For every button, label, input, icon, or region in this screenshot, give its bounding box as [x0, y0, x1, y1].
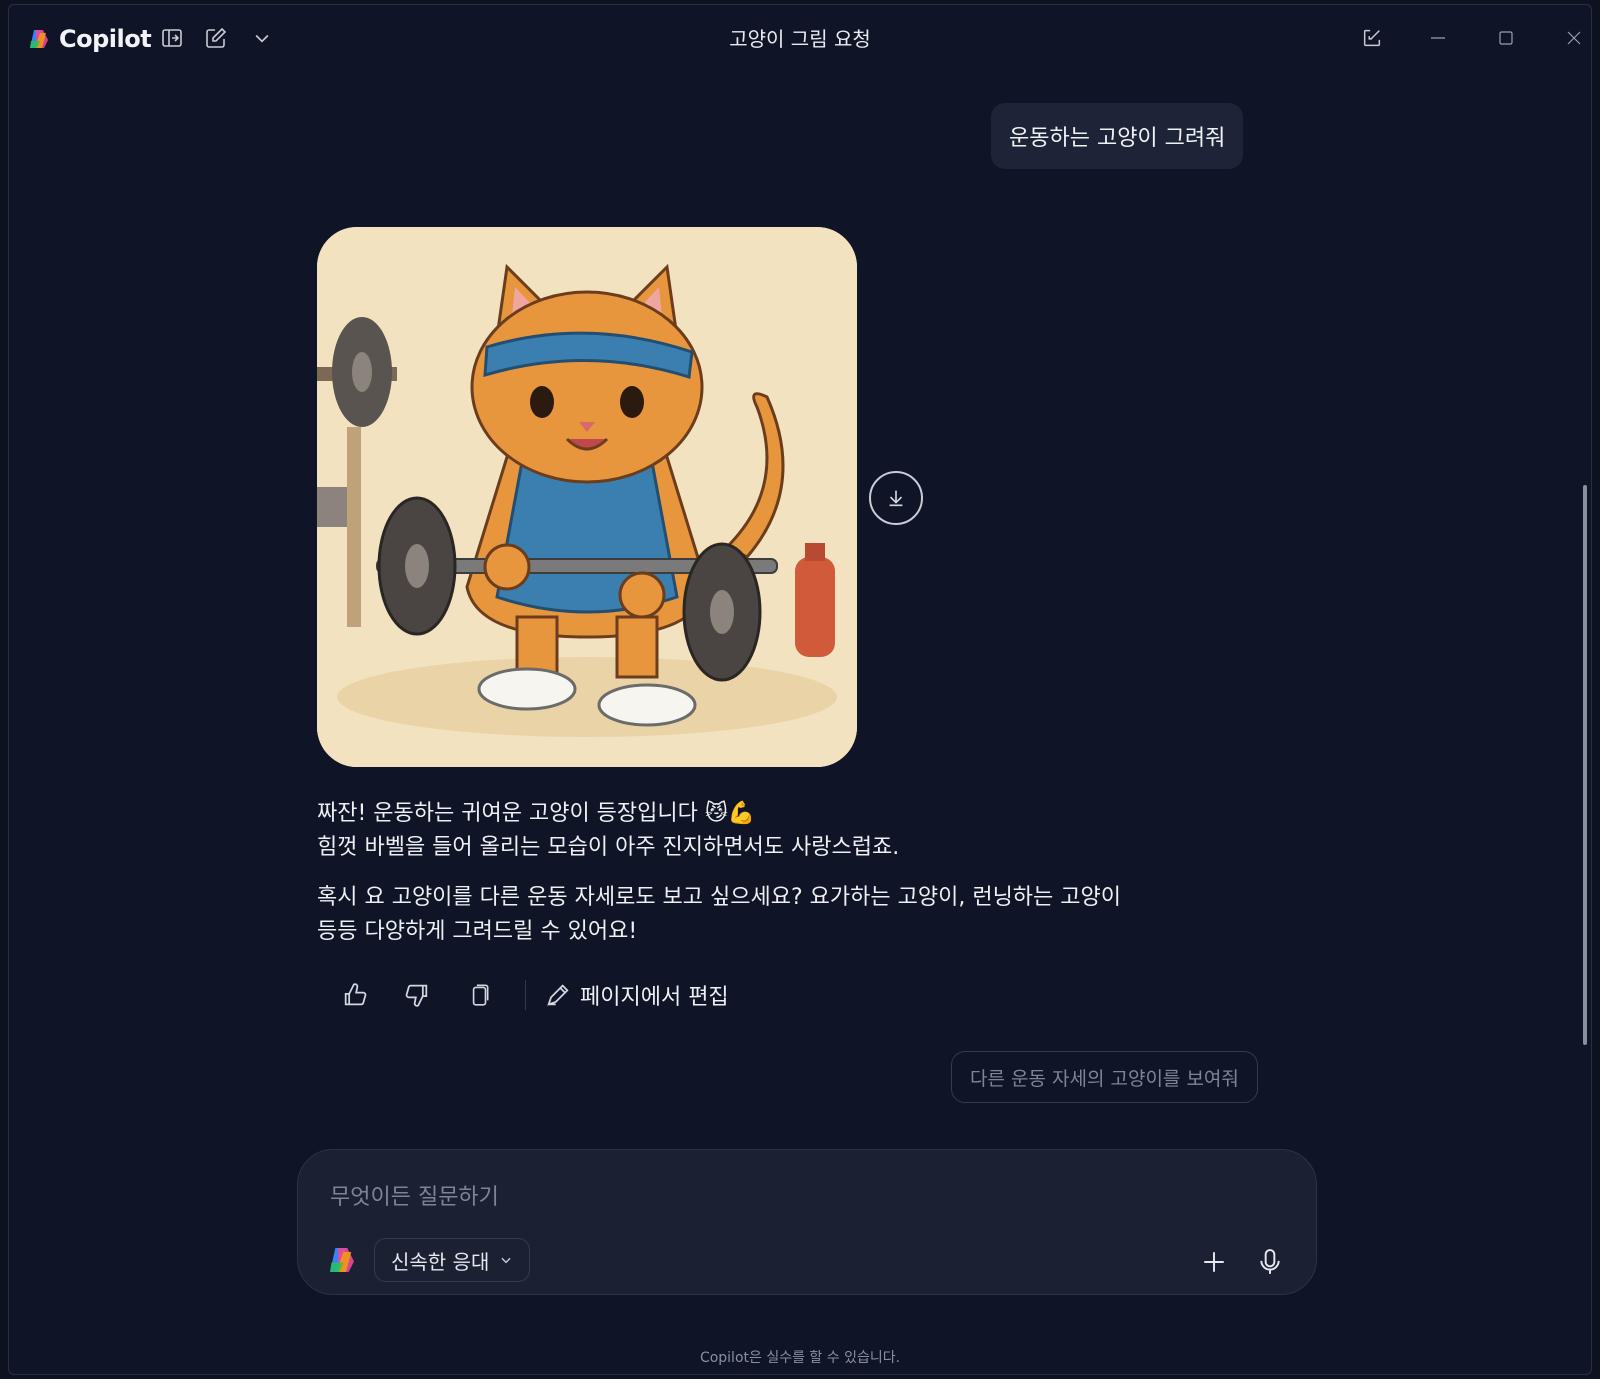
answer-line-1: 짜잔! 운동하는 귀여운 고양이 등장입니다 — [317, 801, 698, 826]
response-mode-select[interactable]: 신속한 응대 — [374, 1238, 531, 1282]
assistant-answer: 짜잔! 운동하는 귀여운 고양이 등장입니다 😼💪 힘껏 바벨을 들어 올리는 … — [317, 797, 1277, 965]
composer: 신속한 응대 — [297, 1149, 1317, 1295]
minimize-icon[interactable] — [1423, 23, 1453, 53]
popout-icon[interactable] — [1357, 23, 1387, 53]
cat-muscle-emoji: 😼💪 — [704, 801, 756, 826]
user-message-bubble: 운동하는 고양이 그려줘 — [991, 103, 1244, 169]
microphone-icon — [1260, 1249, 1280, 1274]
answer-para2-line1: 혹시 요 고양이를 다른 운동 자세로도 보고 싶으세요? 요가하는 고양이, … — [317, 885, 1121, 910]
title-bar: Copilot 고양이 그림 요청 — [9, 5, 1591, 69]
copilot-logo-icon — [330, 1248, 354, 1272]
suggestion-chip[interactable]: 다른 운동 자세의 고양이를 보여줘 — [951, 1051, 1258, 1103]
edit-in-page-button[interactable]: 페이지에서 편집 — [544, 979, 729, 1011]
generated-cat-image[interactable] — [317, 227, 857, 767]
plus-icon — [1204, 1252, 1224, 1272]
download-image-button[interactable] — [869, 471, 923, 525]
conversation-title: 고양이 그림 요청 — [729, 27, 871, 51]
actions-divider — [525, 980, 526, 1010]
thumbs-up-icon[interactable] — [335, 975, 375, 1015]
close-icon[interactable] — [1559, 23, 1589, 53]
message-actions: 페이지에서 편집 — [335, 975, 729, 1015]
attach-plus-button[interactable] — [1194, 1242, 1234, 1282]
maximize-icon[interactable] — [1491, 23, 1521, 53]
microphone-button[interactable] — [1250, 1240, 1290, 1284]
copilot-window: Copilot 고양이 그림 요청 운동하는 고양이 그려줘 짜잔! 운동하는 … — [8, 4, 1592, 1375]
answer-line-2: 힘껏 바벨을 들어 올리는 모습이 아주 진지하면서도 사랑스럽죠. — [317, 835, 900, 860]
thumbs-down-icon[interactable] — [397, 975, 437, 1015]
chevron-down-icon — [501, 1257, 511, 1264]
answer-para2-line2: 등등 다양하게 그려드릴 수 있어요! — [317, 919, 638, 944]
message-input[interactable] — [328, 1176, 1232, 1218]
copy-icon[interactable] — [459, 975, 499, 1015]
response-mode-label: 신속한 응대 — [391, 1249, 490, 1274]
edit-in-page-label: 페이지에서 편집 — [580, 985, 729, 1010]
cat-illustration — [317, 227, 857, 767]
pen-icon — [547, 984, 569, 1006]
scrollbar[interactable] — [1583, 485, 1587, 1045]
disclaimer: Copilot은 실수를 할 수 있습니다. — [699, 1350, 901, 1366]
